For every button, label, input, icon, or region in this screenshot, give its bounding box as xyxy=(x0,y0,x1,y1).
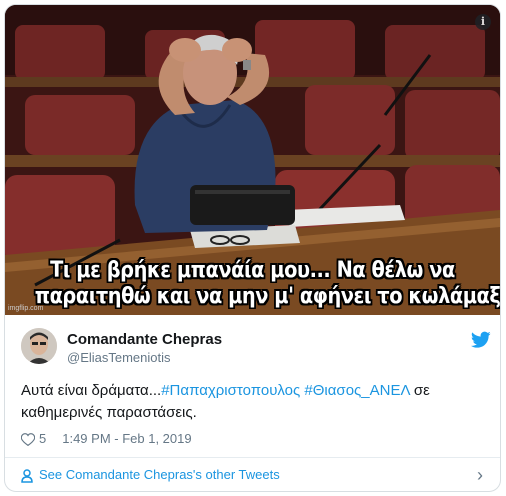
tweet-text-middle: σε xyxy=(409,382,430,399)
avatar-face-icon xyxy=(21,328,57,364)
author-name[interactable]: Comandante Chepras xyxy=(67,331,222,348)
see-other-tweets-label[interactable]: See Comandante Chepras's other Tweets xyxy=(39,467,280,482)
chevron-right-icon[interactable]: › xyxy=(477,461,483,489)
tweet-text-prefix: Αυτά είναι δράματα... xyxy=(21,382,162,399)
hashtag-link-1[interactable]: #Παπαχριστοπουλος xyxy=(161,382,300,399)
embedded-tweet-card: i Τι με βρήκε μπανάία μου... Να θέλω να … xyxy=(4,4,501,492)
avatar[interactable] xyxy=(21,328,57,364)
heart-icon[interactable] xyxy=(21,433,35,447)
tweet-text-line-2: καθημερινές παραστάσεις. xyxy=(21,404,197,421)
author-handle[interactable]: @EliasTemeniotis xyxy=(67,350,171,365)
tweet-header: Comandante Chepras @EliasTemeniotis xyxy=(21,328,491,372)
hashtag-link-2[interactable]: #Θιασος_ΑΝΕΛ xyxy=(304,382,409,399)
tweet-timestamp[interactable]: 1:49 PM - Feb 1, 2019 xyxy=(62,431,191,446)
footer-divider xyxy=(5,457,500,458)
tweet-meta: 5 1:49 PM - Feb 1, 2019 xyxy=(21,430,192,448)
meme-caption-line-1: Τι με βρήκε μπανάία μου... Να θέλω να xyxy=(50,258,455,283)
info-glyph: i xyxy=(480,15,486,28)
tweet-photo[interactable]: i Τι με βρήκε μπανάία μου... Να θέλω να … xyxy=(5,5,500,315)
like-count[interactable]: 5 xyxy=(39,431,46,446)
person-icon xyxy=(21,468,33,483)
meme-caption-line-2: παραιτηθώ και να μην μ' αφήνει το κωλάμα… xyxy=(34,284,500,309)
twitter-bird-icon[interactable] xyxy=(471,331,491,349)
see-other-tweets-link[interactable]: See Comandante Chepras's other Tweets › xyxy=(21,461,483,489)
info-icon[interactable]: i xyxy=(475,14,491,30)
image-watermark: imgflip.com xyxy=(8,305,44,312)
tweet-text: Αυτά είναι δράματα...#Παπαχριστοπουλος #… xyxy=(21,380,481,424)
